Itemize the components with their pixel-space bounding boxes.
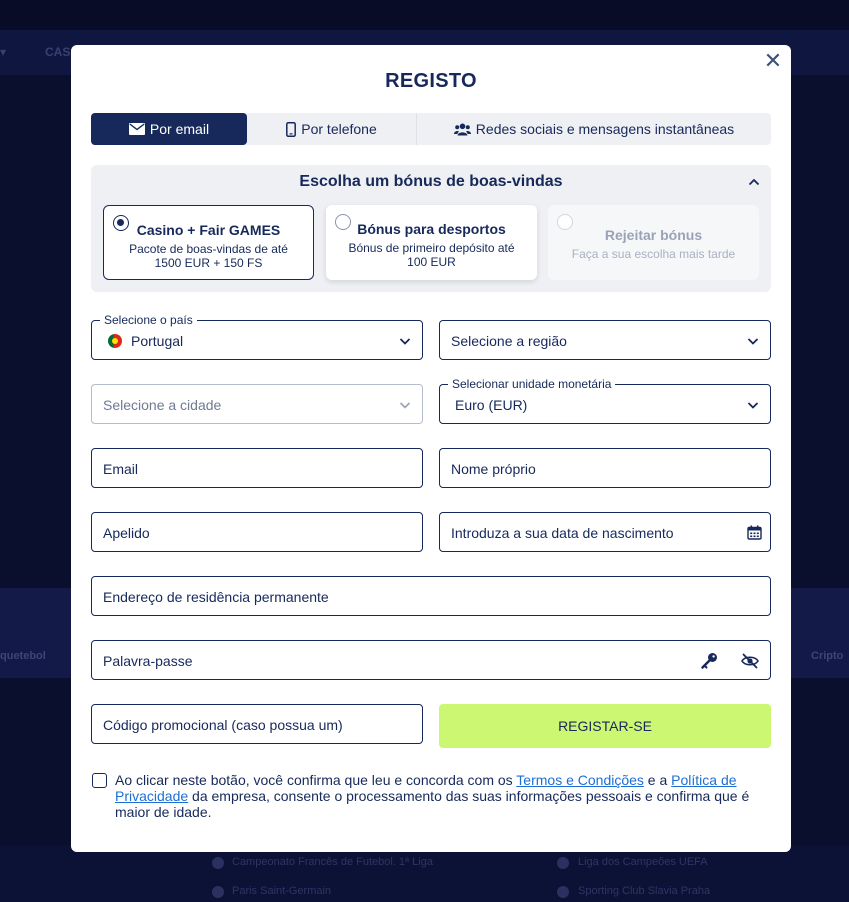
tab-by-email[interactable]: Por email — [91, 113, 247, 145]
eye-slash-icon[interactable] — [741, 652, 759, 670]
consent-text-part: Ao clicar neste botão, você confirma que… — [115, 772, 517, 788]
modal-title: REGISTO — [385, 70, 477, 92]
tab-by-phone[interactable]: Por telefone — [247, 113, 417, 145]
consent-section: Ao clicar neste botão, você confirma que… — [91, 772, 771, 820]
country-label: Selecione o país — [100, 313, 197, 327]
email-field[interactable]: Email — [91, 448, 423, 488]
background-list-item: Sporting Club Slavia Praha — [578, 885, 711, 897]
registration-modal: ✕ REGISTO Por email Por telefone Redes s… — [71, 45, 791, 852]
tab-social-networks[interactable]: Redes sociais e mensagens instantâneas — [417, 113, 771, 145]
key-icon[interactable] — [701, 652, 718, 669]
last-name-field[interactable]: Apelido — [91, 512, 423, 552]
password-field[interactable]: Palavra-passe — [91, 640, 771, 680]
background-nav-item: CAS — [45, 45, 71, 59]
consent-text-part: da empresa, consente o processamento das… — [115, 788, 750, 820]
background-list-icon — [557, 886, 569, 898]
currency-value: Euro (EUR) — [455, 397, 528, 413]
promo-code-placeholder: Código promocional (caso possua um) — [103, 717, 343, 733]
promo-code-field[interactable]: Código promocional (caso possua um) — [91, 704, 423, 744]
birthdate-field[interactable]: Introduza a sua data de nascimento — [439, 512, 771, 552]
bonus-option-description: Bónus de primeiro depósito até 100 EUR — [348, 241, 515, 269]
calendar-icon[interactable] — [747, 525, 762, 540]
terms-link[interactable]: Termos e Condições — [516, 772, 644, 788]
address-placeholder: Endereço de residência permanente — [103, 589, 329, 605]
bonus-option-description: Faça a sua escolha mais tarde — [571, 247, 736, 261]
bonus-option-sports[interactable]: Bónus para desportos Bónus de primeiro d… — [326, 205, 537, 280]
password-placeholder: Palavra-passe — [103, 653, 193, 669]
consent-checkbox[interactable] — [92, 773, 107, 788]
background-list-item: Paris Saint-Germain — [232, 885, 332, 897]
portugal-flag-icon — [108, 334, 122, 348]
background-list-item: Campeonato Francês de Futebol. 1ª Liga — [232, 856, 433, 868]
background-tile-label: quetebol — [0, 650, 46, 662]
background-topbar — [0, 0, 849, 30]
chevron-down-icon — [747, 338, 759, 345]
bonus-heading: Escolha um bónus de boas-vindas — [299, 173, 563, 190]
background-tile — [791, 588, 849, 678]
users-icon — [453, 123, 471, 135]
background-list-item: Liga dos Campeões UEFA — [578, 856, 708, 868]
bonus-option-title: Rejeitar bónus — [604, 227, 703, 243]
radio-reject-bonus[interactable] — [557, 214, 573, 230]
close-icon[interactable]: ✕ — [763, 50, 783, 72]
bonus-option-casino[interactable]: Casino + Fair GAMES Pacote de boas-vinda… — [103, 205, 314, 280]
address-field[interactable]: Endereço de residência permanente — [91, 576, 771, 616]
chevron-down-icon — [747, 402, 759, 409]
bonus-option-title: Casino + Fair GAMES — [136, 222, 281, 238]
background-nav-chevron: ▾ — [0, 45, 7, 59]
currency-select[interactable]: Selecionar unidade monetária Euro (EUR) — [439, 377, 771, 424]
background-tile — [0, 588, 71, 678]
consent-text: Ao clicar neste botão, você confirma que… — [115, 772, 771, 820]
last-name-placeholder: Apelido — [103, 525, 150, 541]
background-tile-label: Cripto — [811, 650, 844, 662]
bonus-option-title: Bónus para desportos — [357, 221, 506, 237]
country-value: Portugal — [131, 333, 184, 349]
background-list-icon — [212, 886, 224, 898]
welcome-bonus-panel: Escolha um bónus de boas-vindas Casino +… — [91, 165, 771, 292]
city-placeholder: Selecione a cidade — [103, 397, 222, 413]
tab-label: Redes sociais e mensagens instantâneas — [475, 121, 735, 137]
background-list-icon — [212, 857, 224, 869]
bonus-option-reject[interactable]: Rejeitar bónus Faça a sua escolha mais t… — [548, 205, 759, 280]
chevron-up-icon[interactable] — [747, 175, 761, 189]
email-placeholder: Email — [103, 461, 139, 477]
consent-text-part: e a — [643, 772, 672, 788]
region-select[interactable]: Selecione a região — [439, 320, 771, 360]
tab-label: Por telefone — [301, 121, 377, 137]
chevron-down-icon — [399, 338, 411, 345]
birthdate-placeholder: Introduza a sua data de nascimento — [451, 525, 674, 541]
city-select[interactable]: Selecione a cidade — [91, 384, 423, 424]
bonus-option-description: Pacote de boas-vindas de até 1500 EUR + … — [129, 242, 288, 270]
phone-icon — [286, 121, 297, 137]
chevron-down-icon — [399, 402, 411, 409]
radio-sports-bonus[interactable] — [335, 214, 351, 230]
registration-tabs: Por email Por telefone Redes sociais e m… — [91, 113, 771, 145]
background-list-icon — [557, 857, 569, 869]
region-placeholder: Selecione a região — [451, 333, 567, 349]
envelope-icon — [128, 123, 145, 135]
background-bottom — [0, 845, 849, 902]
radio-casino-bonus[interactable] — [113, 215, 129, 231]
register-button[interactable]: REGISTAR-SE — [439, 704, 771, 748]
tab-label: Por email — [149, 121, 210, 137]
first-name-placeholder: Nome próprio — [451, 461, 536, 477]
currency-label: Selecionar unidade monetária — [448, 377, 616, 391]
country-select[interactable]: Selecione o país Portugal — [91, 313, 423, 360]
first-name-field[interactable]: Nome próprio — [439, 448, 771, 488]
